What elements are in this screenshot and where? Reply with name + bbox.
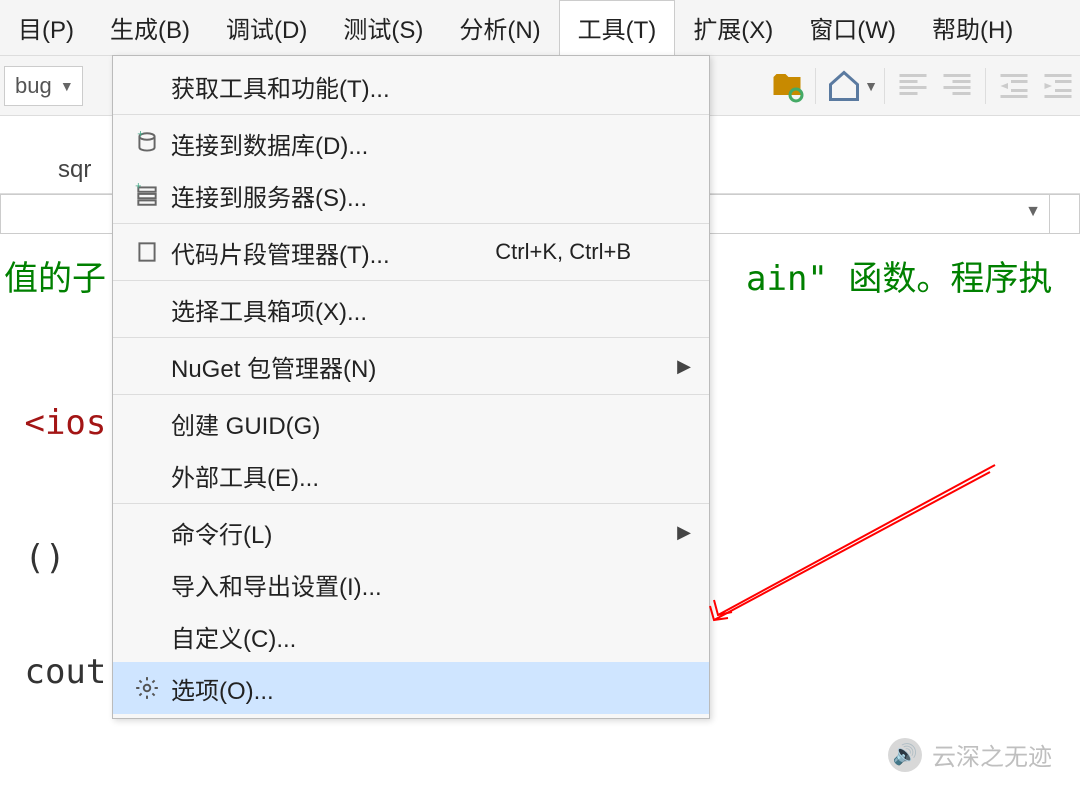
menu-item-import-export[interactable]: 导入和导出设置(I)... xyxy=(113,558,709,610)
menu-separator xyxy=(113,280,709,281)
menu-item-connect-db[interactable]: + 连接到数据库(D)... xyxy=(113,117,709,169)
code-comment-right: ain" 函数。程序执 xyxy=(746,259,1052,299)
home-icon[interactable] xyxy=(826,68,862,104)
menu-label: 导入和导出设置(I)... xyxy=(171,567,691,602)
chevron-down-icon[interactable]: ▼ xyxy=(864,78,878,94)
menu-separator xyxy=(113,337,709,338)
tools-dropdown-menu: 获取工具和功能(T)... + 连接到数据库(D)... + 连接到服务器(S)… xyxy=(112,55,710,719)
menu-item-create-guid[interactable]: 创建 GUID(G) xyxy=(113,397,709,449)
indent-left-icon xyxy=(895,68,931,104)
menu-separator xyxy=(113,223,709,224)
snippet-icon xyxy=(123,239,171,265)
menu-item-customize[interactable]: 自定义(C)... xyxy=(113,610,709,662)
menu-separator xyxy=(113,503,709,504)
menu-label: 代码片段管理器(T)... xyxy=(171,235,495,270)
menu-label: 创建 GUID(G) xyxy=(171,406,691,441)
split-dropdown[interactable] xyxy=(1050,194,1080,234)
separator xyxy=(884,68,885,104)
menu-label: 外部工具(E)... xyxy=(171,458,691,493)
separator xyxy=(815,68,816,104)
menu-item-options[interactable]: 选项(O)... xyxy=(113,662,709,714)
svg-text:+: + xyxy=(137,130,143,141)
menu-separator xyxy=(113,394,709,395)
menu-analyze[interactable]: 分析(N) xyxy=(441,0,558,56)
menu-label: 命令行(L) xyxy=(171,515,677,550)
menu-label: 自定义(C)... xyxy=(171,619,691,654)
code-paren: () xyxy=(24,538,65,578)
menu-test[interactable]: 测试(S) xyxy=(325,0,441,56)
svg-text:+: + xyxy=(135,182,141,193)
code-comment-left: 值的子 xyxy=(4,259,106,299)
menu-extensions[interactable]: 扩展(X) xyxy=(675,0,791,56)
menu-item-external-tools[interactable]: 外部工具(E)... xyxy=(113,449,709,501)
menu-item-connect-server[interactable]: + 连接到服务器(S)... xyxy=(113,169,709,221)
chevron-down-icon: ▼ xyxy=(60,78,74,94)
menu-shortcut: Ctrl+K, Ctrl+B xyxy=(495,239,631,265)
menu-item-choose-toolbox[interactable]: 选择工具箱项(X)... xyxy=(113,283,709,335)
menu-debug[interactable]: 调试(D) xyxy=(208,0,325,56)
chevron-right-icon: ▶ xyxy=(677,522,691,543)
code-cout: cout xyxy=(4,652,106,692)
menu-item-get-tools[interactable]: 获取工具和功能(T)... xyxy=(113,60,709,112)
config-combo[interactable]: bug ▼ xyxy=(4,66,83,106)
chevron-right-icon: ▶ xyxy=(677,356,691,377)
menu-window[interactable]: 窗口(W) xyxy=(791,0,914,56)
file-tab[interactable]: sqr xyxy=(58,156,91,184)
menu-label: NuGet 包管理器(N) xyxy=(171,349,677,384)
separator xyxy=(985,68,986,104)
watermark: 🔊 云深之无迹 xyxy=(888,737,1052,772)
menu-item-commandline[interactable]: 命令行(L) ▶ xyxy=(113,506,709,558)
outdent-icon xyxy=(996,68,1032,104)
config-text: bug xyxy=(15,73,52,99)
menu-tools[interactable]: 工具(T) xyxy=(559,0,676,56)
indent-icon xyxy=(1040,68,1076,104)
menu-label: 连接到服务器(S)... xyxy=(171,178,691,213)
menu-separator xyxy=(113,114,709,115)
server-add-icon: + xyxy=(123,182,171,208)
menu-build[interactable]: 生成(B) xyxy=(92,0,208,56)
database-add-icon: + xyxy=(123,130,171,156)
watermark-text: 云深之无迹 xyxy=(932,737,1052,772)
menubar: 目(P) 生成(B) 调试(D) 测试(S) 分析(N) 工具(T) 扩展(X)… xyxy=(0,0,1080,56)
chevron-down-icon: ▼ xyxy=(1025,203,1041,221)
wechat-icon: 🔊 xyxy=(888,738,922,772)
menu-item-snippet-manager[interactable]: 代码片段管理器(T)... Ctrl+K, Ctrl+B xyxy=(113,226,709,278)
menu-label: 选项(O)... xyxy=(171,671,691,706)
gear-icon xyxy=(123,675,171,701)
menu-project[interactable]: 目(P) xyxy=(0,0,92,56)
menu-label: 连接到数据库(D)... xyxy=(171,126,691,161)
menu-label: 选择工具箱项(X)... xyxy=(171,292,691,327)
menu-item-nuget[interactable]: NuGet 包管理器(N) ▶ xyxy=(113,340,709,392)
indent-right-icon xyxy=(939,68,975,104)
code-include: <ios xyxy=(24,403,106,443)
folder-search-icon[interactable] xyxy=(769,68,805,104)
menu-label: 获取工具和功能(T)... xyxy=(171,69,691,104)
menu-help[interactable]: 帮助(H) xyxy=(914,0,1031,56)
